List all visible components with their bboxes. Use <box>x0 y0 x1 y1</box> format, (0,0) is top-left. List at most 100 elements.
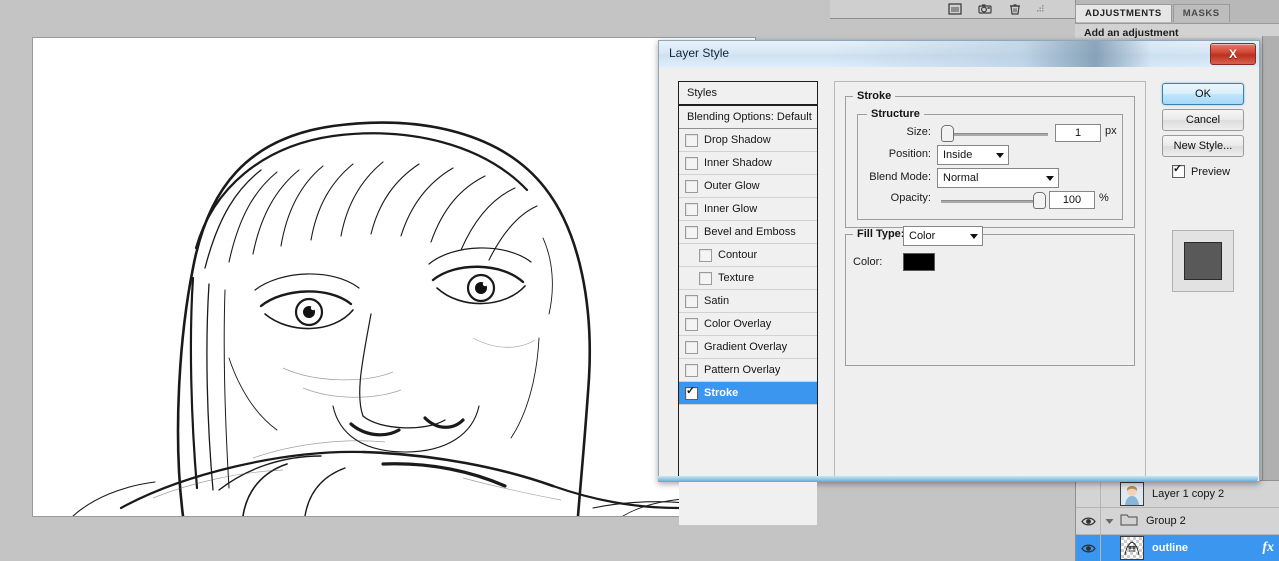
checkbox-inner-glow[interactable] <box>685 202 698 216</box>
checkbox-outer-glow[interactable] <box>685 179 698 193</box>
preview-label: Preview <box>1191 165 1231 178</box>
checkbox-pattern-overlay[interactable] <box>685 363 698 377</box>
fill-type-group <box>845 234 1135 366</box>
sidebar-item-label: Outer Glow <box>704 180 760 192</box>
style-preview-thumbnail <box>1172 230 1234 292</box>
list-item: Group 2 <box>1146 515 1186 527</box>
sidebar-item-pattern-overlay[interactable]: Pattern Overlay <box>679 359 817 382</box>
size-unit-label: px <box>1105 125 1117 137</box>
layer-visibility-toggle[interactable] <box>1076 481 1101 507</box>
blend-mode-value: Normal <box>943 172 979 184</box>
layer-visibility-toggle[interactable] <box>1076 508 1101 534</box>
panel-tab-bar: ADJUSTMENTS MASKS <box>1075 4 1231 22</box>
checkbox-satin[interactable] <box>685 294 698 308</box>
opacity-input[interactable]: 100 <box>1049 191 1095 209</box>
sidebar-item-contour[interactable]: Contour <box>679 244 817 267</box>
sidebar-item-texture[interactable]: Texture <box>679 267 817 290</box>
checkbox-preview[interactable] <box>1172 163 1185 178</box>
sidebar-item-label: Satin <box>704 295 730 307</box>
list-item: outline <box>1152 542 1189 554</box>
sidebar-item-label: Texture <box>718 272 755 284</box>
size-input[interactable]: 1 <box>1055 124 1101 142</box>
dialog-titlebar[interactable]: Layer Style X <box>659 41 1259 68</box>
layer-style-dialog[interactable]: Layer Style X Styles Blending Options: D… <box>658 40 1260 525</box>
checkbox-stroke[interactable] <box>685 385 698 400</box>
document-canvas[interactable] <box>33 38 755 516</box>
sidebar-item-stroke[interactable]: Stroke <box>679 382 817 405</box>
close-button[interactable]: X <box>1210 43 1256 65</box>
chevron-down-icon[interactable] <box>966 233 982 239</box>
sidebar-item-label: Gradient Overlay <box>704 341 788 353</box>
styles-list-header[interactable]: Styles <box>679 82 817 106</box>
sidebar-item-satin[interactable]: Satin <box>679 290 817 313</box>
collapsed-side-panel[interactable] <box>1262 36 1279 480</box>
sketch-artwork <box>33 38 755 516</box>
styles-list-empty-area <box>679 405 817 525</box>
opacity-slider-handle[interactable] <box>1033 192 1046 209</box>
layer-visibility-toggle[interactable] <box>1076 535 1101 561</box>
new-style-button[interactable]: New Style... <box>1162 135 1244 157</box>
sidebar-item-bevel-and-emboss[interactable]: Bevel and Emboss <box>679 221 817 244</box>
fill-type-select[interactable]: Color <box>903 226 983 246</box>
checkbox-drop-shadow[interactable] <box>685 133 698 147</box>
table-row[interactable]: Layer 1 copy 2 <box>1076 481 1279 508</box>
size-slider-handle[interactable] <box>941 125 954 142</box>
camera-icon[interactable] <box>978 2 992 16</box>
opacity-label: Opacity: <box>890 192 931 204</box>
checkbox-contour[interactable] <box>699 248 712 262</box>
tab-masks[interactable]: MASKS <box>1172 4 1230 22</box>
sidebar-item-color-overlay[interactable]: Color Overlay <box>679 313 817 336</box>
panel-icon[interactable] <box>948 2 962 16</box>
sidebar-item-drop-shadow[interactable]: Drop Shadow <box>679 129 817 152</box>
fill-type-label: Fill Type: <box>853 228 909 240</box>
list-item: Layer 1 copy 2 <box>1152 488 1225 500</box>
color-label: Color: <box>853 256 883 268</box>
layer-thumbnail <box>1120 536 1144 560</box>
ok-button[interactable]: OK <box>1162 83 1244 105</box>
checkbox-texture[interactable] <box>699 271 712 285</box>
styles-list[interactable]: Styles Blending Options: Default Drop Sh… <box>678 81 818 525</box>
tab-adjustments[interactable]: ADJUSTMENTS <box>1075 4 1172 22</box>
chevron-down-icon[interactable] <box>1042 175 1058 181</box>
checkbox-inner-shadow[interactable] <box>685 156 698 170</box>
preview-toggle-row[interactable]: Preview <box>1172 163 1231 178</box>
chevron-down-icon <box>1105 518 1113 524</box>
stroke-group-title: Stroke <box>853 90 896 102</box>
sidebar-item-blending-options[interactable]: Blending Options: Default <box>679 106 817 129</box>
sidebar-item-label: Pattern Overlay <box>704 364 781 376</box>
cancel-button[interactable]: Cancel <box>1162 109 1244 131</box>
sidebar-item-label: Stroke <box>704 387 739 399</box>
page-title: Layer Style <box>669 46 730 60</box>
dialog-bottom-rim <box>658 476 1258 482</box>
panel-toolbar-strip <box>830 0 1075 19</box>
opacity-slider-track[interactable] <box>941 200 1041 203</box>
size-slider-track[interactable] <box>943 133 1048 136</box>
group-expand-arrow[interactable] <box>1101 518 1117 525</box>
table-row[interactable]: Group 2 <box>1076 508 1279 535</box>
checkbox-color-overlay[interactable] <box>685 317 698 331</box>
sidebar-item-inner-glow[interactable]: Inner Glow <box>679 198 817 221</box>
chevron-down-icon[interactable] <box>992 152 1008 158</box>
checkbox-gradient-overlay[interactable] <box>685 340 698 354</box>
position-select[interactable]: Inside <box>937 145 1009 165</box>
sidebar-item-gradient-overlay[interactable]: Gradient Overlay <box>679 336 817 359</box>
dialog-body: Styles Blending Options: Default Drop Sh… <box>659 67 1259 525</box>
layer-effects-indicator[interactable]: fx <box>1262 540 1274 556</box>
sidebar-item-inner-shadow[interactable]: Inner Shadow <box>679 152 817 175</box>
opacity-unit-label: % <box>1099 192 1109 204</box>
blend-mode-select[interactable]: Normal <box>937 168 1059 188</box>
table-row[interactable]: outline fx <box>1076 535 1279 561</box>
sidebar-item-outer-glow[interactable]: Outer Glow <box>679 175 817 198</box>
eye-icon <box>1080 517 1096 525</box>
sidebar-item-label: Color Overlay <box>704 318 772 330</box>
position-label: Position: <box>888 148 931 160</box>
folder-icon <box>1120 512 1138 530</box>
checkbox-bevel-and-emboss[interactable] <box>685 225 698 239</box>
add-an-adjustment-heading: Add an adjustment <box>1084 27 1179 39</box>
stroke-settings-pane: Stroke Structure Size: 1 px Position: In… <box>834 81 1146 478</box>
structure-group-title: Structure <box>867 108 924 120</box>
color-swatch[interactable] <box>903 253 935 271</box>
sidebar-item-label: Inner Shadow <box>704 157 772 169</box>
layers-panel[interactable]: Layer 1 copy 2 Group 2 outline fx <box>1075 480 1279 561</box>
trash-icon[interactable] <box>1008 2 1022 16</box>
